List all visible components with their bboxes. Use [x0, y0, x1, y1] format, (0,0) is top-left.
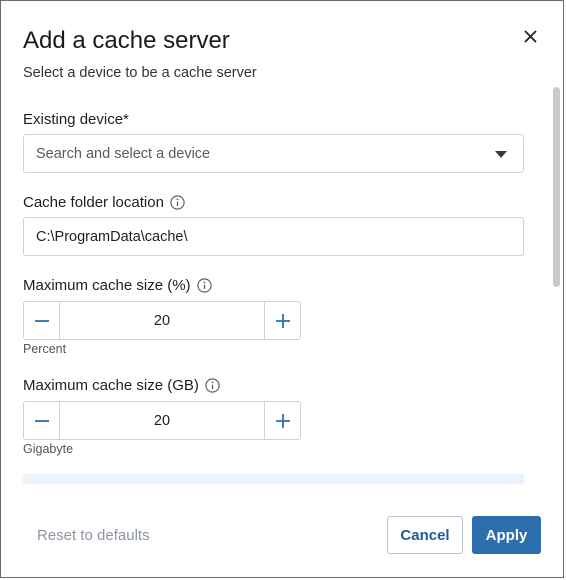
max-percent-stepper: 20	[23, 301, 301, 340]
max-gb-label-text: Maximum cache size (GB)	[23, 377, 199, 394]
decrement-button[interactable]	[24, 402, 60, 439]
chevron-down-icon	[495, 151, 507, 158]
decrement-button[interactable]	[24, 302, 60, 339]
reset-to-defaults-button[interactable]: Reset to defaults	[37, 527, 150, 544]
info-icon[interactable]	[205, 378, 220, 393]
existing-device-label: Existing device*	[23, 111, 129, 128]
max-gb-stepper: 20	[23, 401, 301, 440]
scrollbar[interactable]	[553, 87, 560, 287]
existing-device-select[interactable]: Search and select a device	[23, 134, 524, 173]
plus-icon	[275, 413, 290, 428]
minus-icon	[34, 419, 49, 422]
info-icon[interactable]	[196, 278, 212, 293]
info-banner	[23, 474, 524, 484]
max-percent-helper: Percent	[23, 342, 67, 356]
close-button[interactable]	[519, 25, 541, 47]
increment-button[interactable]	[264, 302, 300, 339]
dialog-title: Add a cache server	[23, 27, 230, 54]
existing-device-placeholder: Search and select a device	[36, 145, 211, 162]
max-percent-value[interactable]: 20	[60, 302, 264, 339]
apply-button[interactable]: Apply	[472, 516, 541, 554]
cancel-button[interactable]: Cancel	[387, 516, 463, 554]
existing-device-label-text: Existing device*	[23, 111, 129, 128]
max-gb-label: Maximum cache size (GB)	[23, 377, 220, 394]
cache-folder-label: Cache folder location	[23, 194, 185, 211]
info-icon[interactable]	[170, 195, 185, 210]
max-percent-label-text: Maximum cache size (%)	[23, 277, 191, 294]
cache-folder-label-text: Cache folder location	[23, 194, 164, 211]
close-icon	[523, 29, 537, 43]
plus-icon	[275, 313, 290, 328]
cache-folder-input[interactable]	[23, 217, 524, 256]
max-gb-value[interactable]: 20	[60, 402, 264, 439]
minus-icon	[34, 319, 49, 322]
increment-button[interactable]	[264, 402, 300, 439]
cache-server-dialog: Add a cache server Select a device to be…	[0, 0, 564, 578]
max-gb-helper: Gigabyte	[23, 442, 74, 456]
dialog-subtitle: Select a device to be a cache server	[23, 65, 257, 81]
max-percent-label: Maximum cache size (%)	[23, 277, 212, 294]
